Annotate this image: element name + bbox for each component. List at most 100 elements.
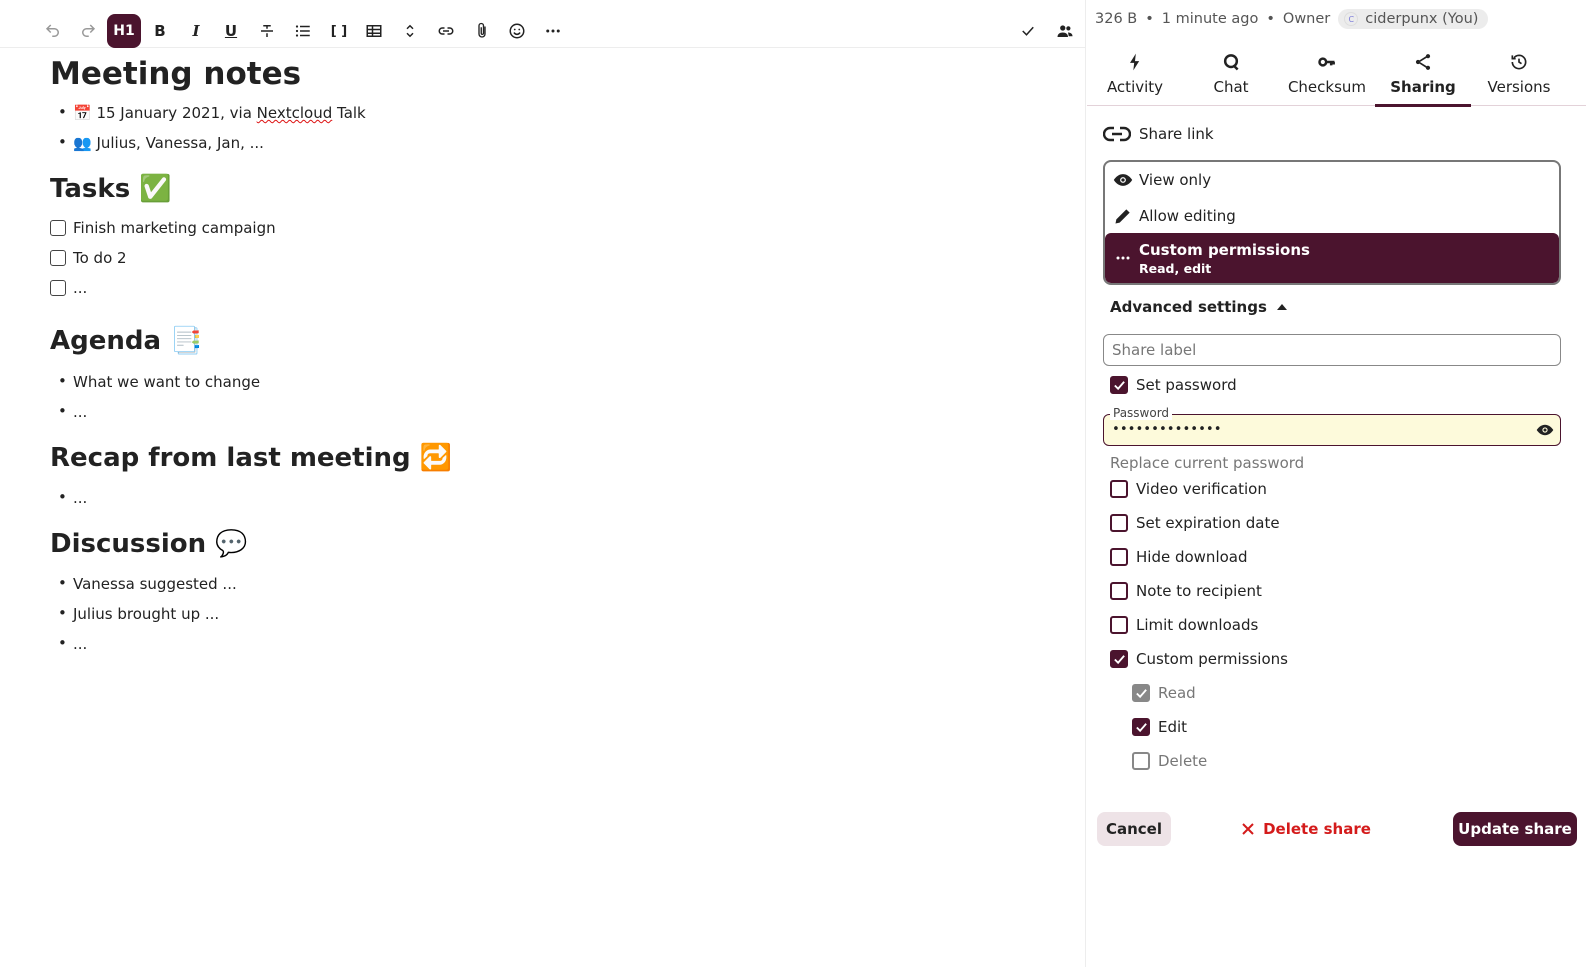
more-icon [546, 29, 560, 33]
owner-chip[interactable]: C ciderpunx (You) [1338, 9, 1489, 29]
list-item: 👥 Julius, Vanessa, Jan, ... [58, 133, 264, 152]
permission-custom[interactable]: Custom permissions Read, edit [1105, 233, 1559, 283]
share-icon [1415, 54, 1431, 70]
recap-heading: Recap from last meeting 🔁 [50, 443, 453, 473]
code-button[interactable]: [ ] [322, 14, 356, 48]
share-link-label: Share link [1139, 125, 1214, 143]
list-item: ... [58, 488, 88, 507]
users-icon [1057, 25, 1073, 37]
bullet-list-button[interactable] [286, 14, 320, 48]
redo-icon [82, 24, 96, 37]
permission-select[interactable]: View only Allow editing Custom permissio… [1103, 160, 1561, 285]
editor-toolbar: H1 B I U [ ] [0, 0, 1086, 48]
attachment-button[interactable] [465, 14, 499, 48]
tasks-heading: Tasks ✅ [50, 174, 172, 204]
task-checkbox[interactable] [50, 280, 66, 296]
update-share-button[interactable]: Update share [1453, 812, 1577, 846]
table-icon [366, 25, 382, 37]
hide-download-checkbox[interactable]: Hide download [1110, 548, 1248, 566]
checkbox-icon [1110, 548, 1128, 566]
eye-icon[interactable] [1536, 421, 1554, 439]
expiration-date-checkbox[interactable]: Set expiration date [1110, 514, 1280, 532]
more-icon [1116, 256, 1130, 260]
text-editor: H1 B I U [ ] Meeting notes • 📅 15 Januar… [0, 0, 1086, 967]
sharing-sidebar: 326 B • 1 minute ago • Owner C ciderpunx… [1087, 0, 1586, 967]
redo-button[interactable] [71, 14, 105, 48]
file-size: 326 B [1095, 11, 1138, 27]
task-item[interactable]: ... [50, 279, 87, 297]
share-link-header: Share link [1103, 124, 1214, 144]
chat-icon [1223, 54, 1239, 71]
tab-versions[interactable]: Versions [1471, 48, 1567, 106]
delete-share-button[interactable]: Delete share [1241, 812, 1371, 846]
cancel-button[interactable]: Cancel [1097, 812, 1171, 846]
password-input[interactable] [1104, 415, 1524, 444]
edit-permission-checkbox[interactable]: Edit [1132, 718, 1187, 736]
list-item: 📅 15 January 2021, via Nextcloud Talk [58, 103, 366, 122]
checkbox-checked-icon [1110, 650, 1128, 668]
checkbox-icon [1110, 616, 1128, 634]
checkbox-icon [1110, 514, 1128, 532]
doc-title: Meeting notes [50, 56, 302, 92]
custom-permissions-checkbox[interactable]: Custom permissions [1110, 650, 1288, 668]
check-icon [1022, 26, 1034, 36]
task-item[interactable]: Finish marketing campaign [50, 219, 276, 237]
link-icon [1103, 126, 1131, 142]
list-item: Vanessa suggested ... [58, 574, 237, 593]
emoji-button[interactable] [500, 14, 534, 48]
strikethrough-button[interactable] [250, 14, 284, 48]
more-button[interactable] [536, 14, 570, 48]
caret-up-icon [1276, 304, 1287, 310]
link-button[interactable] [429, 14, 463, 48]
list-item: ... [58, 402, 88, 421]
sessions-button[interactable] [1048, 14, 1082, 48]
owner-role: Owner [1282, 11, 1331, 27]
sidebar-tabs: Activity Chat Checksum Sharing Versions [1087, 48, 1586, 107]
table-button[interactable] [357, 14, 391, 48]
read-permission-checkbox: Read [1132, 684, 1196, 702]
italic-button[interactable]: I [179, 14, 213, 48]
agenda-heading: Agenda 📑 [50, 326, 203, 356]
limit-downloads-checkbox[interactable]: Limit downloads [1110, 616, 1258, 634]
avatar: C [1344, 12, 1359, 26]
heading-button[interactable]: H1 [107, 14, 141, 48]
saved-status[interactable] [1011, 14, 1045, 48]
strikethrough-icon [261, 25, 273, 37]
task-checkbox[interactable] [50, 250, 66, 266]
checkbox-checked-icon [1132, 718, 1150, 736]
paperclip-icon [478, 22, 486, 38]
permission-allow-editing[interactable]: Allow editing [1105, 198, 1559, 234]
modified-time: 1 minute ago [1161, 11, 1259, 27]
tab-activity[interactable]: Activity [1087, 48, 1183, 106]
video-verification-checkbox[interactable]: Video verification [1110, 480, 1267, 498]
delete-permission-checkbox[interactable]: Delete [1132, 752, 1207, 770]
expand-button[interactable] [393, 14, 427, 48]
task-item[interactable]: To do 2 [50, 249, 127, 267]
note-to-recipient-checkbox[interactable]: Note to recipient [1110, 582, 1262, 600]
permission-view-only[interactable]: View only [1105, 162, 1559, 198]
tab-chat[interactable]: Chat [1183, 48, 1279, 106]
list-item: ... [58, 634, 88, 653]
share-label-input[interactable] [1103, 334, 1561, 366]
bold-button[interactable]: B [143, 14, 177, 48]
link-icon [438, 27, 454, 35]
underline-button[interactable]: U [214, 14, 248, 48]
underline-icon: U [224, 22, 238, 40]
undo-button[interactable] [36, 14, 70, 48]
tab-sharing[interactable]: Sharing [1375, 48, 1471, 107]
lightning-icon [1130, 53, 1140, 71]
password-field[interactable]: Password [1103, 406, 1561, 446]
brackets-icon: [ ] [330, 23, 348, 39]
pencil-icon [1115, 209, 1130, 224]
set-password-checkbox[interactable]: Set password [1110, 376, 1237, 394]
list-item: Julius brought up ... [58, 604, 219, 623]
tab-checksum[interactable]: Checksum [1279, 48, 1375, 106]
checkbox-checked-icon [1132, 684, 1150, 702]
file-meta: 326 B • 1 minute ago • Owner C ciderpunx… [1095, 9, 1489, 29]
bold-icon: B [154, 22, 166, 40]
emoji-icon [509, 23, 525, 39]
advanced-settings-toggle[interactable]: Advanced settings [1110, 298, 1287, 316]
replace-password-hint: Replace current password [1110, 454, 1305, 472]
close-icon [1242, 823, 1254, 835]
task-checkbox[interactable] [50, 220, 66, 236]
